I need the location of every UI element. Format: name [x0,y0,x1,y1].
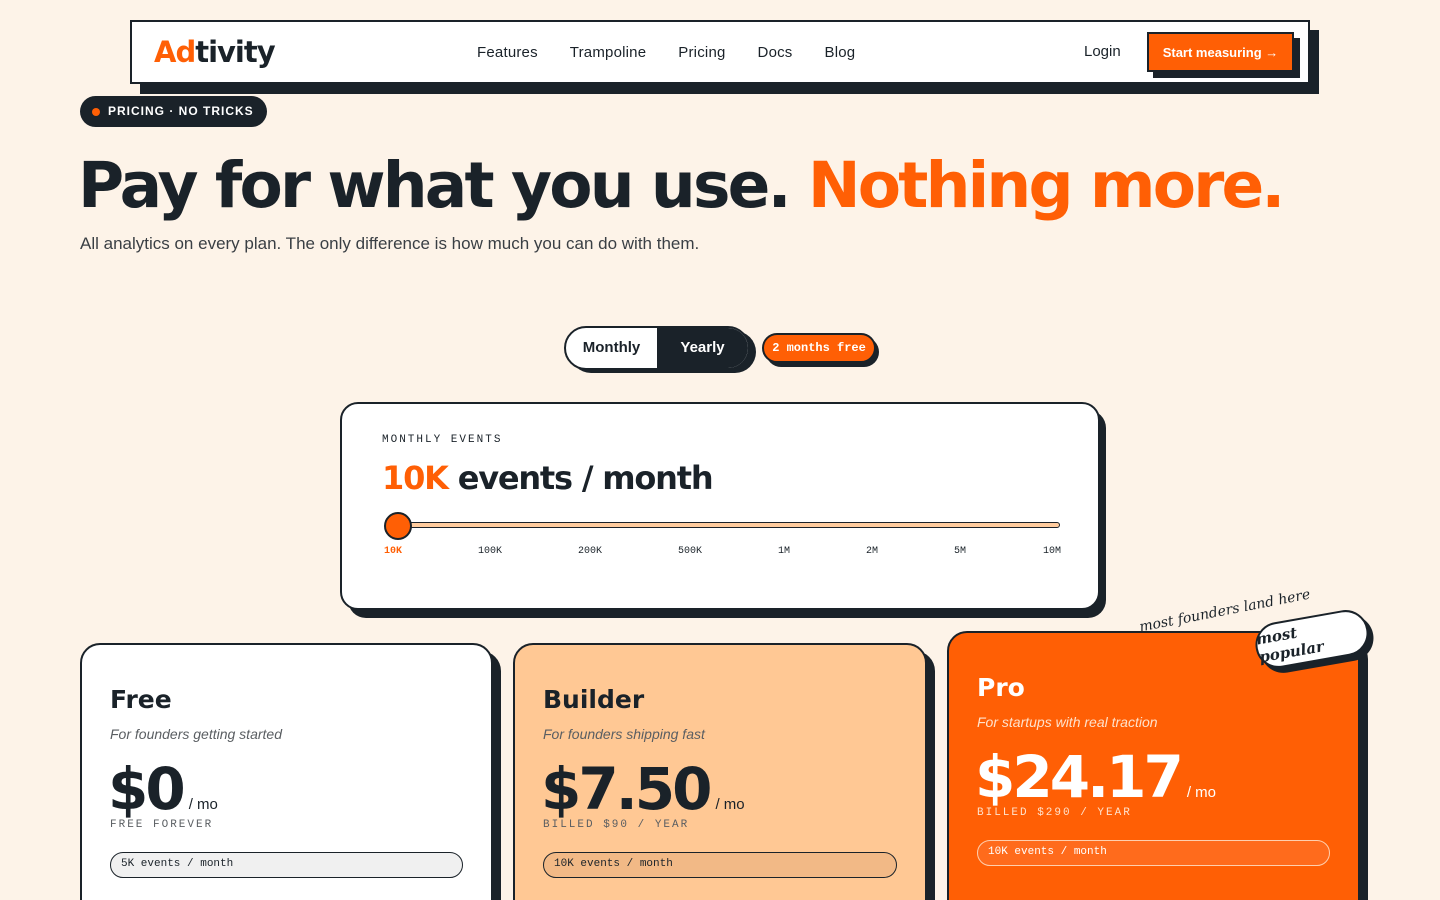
slider-thumb[interactable] [384,512,412,540]
plan-events: 5K events / month [110,852,463,878]
badge-label: PRICING · NO TRICKS [108,104,254,118]
tick-label[interactable]: 10M [1043,546,1061,557]
tick-label[interactable]: 100K [478,546,502,557]
title-main: Pay for what you use. [78,149,792,222]
billing-toggle: Monthly Yearly [564,326,750,370]
plan-price-value: $0 [108,755,186,823]
page-title: Pay for what you use. Nothing more. [78,146,1286,226]
tick-label[interactable]: 2M [866,546,878,557]
events-slider-card: MONTHLY EVENTS 10K events / month 10K 10… [340,402,1100,610]
slider-ticks: 10K 100K 200K 500K 1M 2M 5M 10M [382,546,1062,560]
plan-card-builder[interactable]: Builder For founders shipping fast $7.50… [513,643,927,900]
slider-value: 10K events / month [382,456,714,500]
slider-value-number: 10K [382,459,449,497]
title-highlight: Nothing more. [807,149,1286,222]
plan-billing: BILLED $290 / YEAR [977,807,1132,819]
nav-link-blog[interactable]: Blog [825,44,856,61]
tick-label[interactable]: 200K [578,546,602,557]
slider-value-suffix: events / month [457,459,714,497]
promo-chip: 2 months free [762,333,876,363]
plan-tagline: For founders shipping fast [543,726,705,742]
plan-card-pro[interactable]: Pro For startups with real traction $24.… [947,631,1360,900]
nav-link-trampoline[interactable]: Trampoline [570,44,646,61]
login-link[interactable]: Login [1084,43,1121,60]
plan-tagline: For founders getting started [110,726,282,742]
slider-track[interactable] [390,522,1060,528]
plan-events: 10K events / month [977,840,1330,866]
logo[interactable]: Adtivity [154,34,276,70]
logo-accent: Ad [154,35,196,69]
plan-price-value: $24.17 [975,743,1184,811]
tick-label[interactable]: 10K [384,546,402,557]
plan-name: Free [110,685,172,714]
logo-text: tivity [195,35,275,69]
plan-billing: FREE FOREVER [110,819,214,831]
plan-card-free[interactable]: Free For founders getting started $0/ mo… [80,643,493,900]
plan-name: Pro [977,673,1025,702]
plan-tagline: For startups with real traction [977,714,1158,730]
plan-price-unit: / mo [715,796,745,813]
nav-link-docs[interactable]: Docs [758,44,793,61]
nav-link-features[interactable]: Features [477,44,538,61]
plan-price-unit: / mo [188,796,218,813]
start-measuring-button[interactable]: Start measuring → [1147,32,1294,72]
pricing-badge: PRICING · NO TRICKS [80,96,267,127]
plan-name: Builder [543,685,645,714]
plan-events: 10K events / month [543,852,897,878]
nav-link-pricing[interactable]: Pricing [678,44,725,61]
badge-dot-icon [92,108,100,116]
top-nav: Adtivity Features Trampoline Pricing Doc… [130,20,1310,84]
tick-label[interactable]: 500K [678,546,702,557]
page-subtitle: All analytics on every plan. The only di… [80,234,700,253]
nav-links: Features Trampoline Pricing Docs Blog [477,22,887,82]
plan-price-unit: / mo [1186,784,1217,801]
plan-price-value: $7.50 [541,755,712,823]
slider-label: MONTHLY EVENTS [382,434,503,446]
tick-label[interactable]: 5M [954,546,966,557]
toggle-monthly[interactable]: Monthly [566,328,657,368]
toggle-yearly[interactable]: Yearly [657,328,748,368]
plan-billing: BILLED $90 / YEAR [543,819,690,831]
tick-label[interactable]: 1M [778,546,790,557]
